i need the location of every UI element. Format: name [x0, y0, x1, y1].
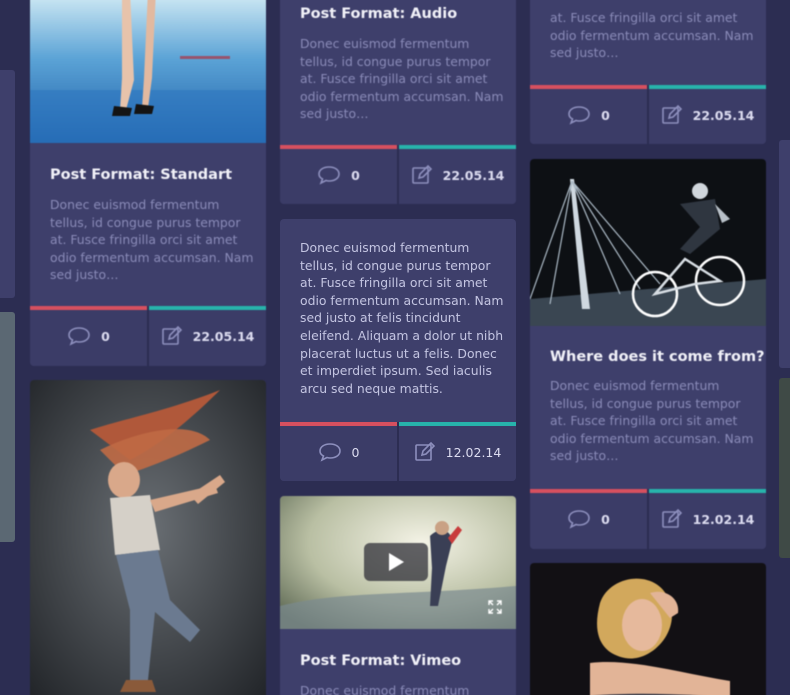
- edit-square-icon: [161, 325, 182, 345]
- post-excerpt: Donec euismod fermentum tellus, id congu…: [550, 378, 754, 464]
- edit-square-icon: [411, 164, 432, 184]
- legs-on-wet-street-photo[interactable]: [30, 0, 266, 143]
- edit-square-icon: [661, 104, 682, 124]
- date-text: 22.05.14: [442, 167, 505, 183]
- date-bar: [649, 489, 766, 493]
- post-date[interactable]: 12.02.14: [647, 489, 766, 549]
- post-footer: 0 12.02.14: [530, 489, 766, 549]
- comments-bar: [530, 489, 647, 493]
- post-title[interactable]: Post Format: Audio: [300, 6, 457, 22]
- edit-square-icon: [414, 441, 435, 461]
- post-date[interactable]: 22.05.14: [147, 306, 266, 366]
- post-excerpt: Donec euismod fermentum tellus, id congu…: [50, 197, 254, 283]
- comments-count[interactable]: 0: [530, 489, 647, 549]
- comments-bar: [280, 145, 397, 149]
- date-bar: [399, 145, 516, 149]
- post-card-audio[interactable]: Post Format: Audio Donec euismod ferment…: [280, 0, 516, 204]
- comments-count[interactable]: 0: [280, 422, 397, 481]
- post-title[interactable]: Post Format: Vimeo: [300, 653, 461, 669]
- play-icon: [389, 553, 404, 571]
- comments-count[interactable]: 0: [280, 145, 397, 204]
- post-excerpt: Donec euismod fermentum: [300, 683, 470, 695]
- post-footer: 0 22.05.14: [280, 145, 516, 204]
- comments-bar: [280, 422, 397, 426]
- play-button[interactable]: [364, 543, 428, 581]
- comments-bar: [530, 85, 647, 89]
- post-footer: 0 12.02.14: [280, 422, 516, 481]
- cyclist-at-night-bridge-photo[interactable]: [530, 159, 766, 326]
- date-bar: [399, 422, 516, 426]
- post-footer: 0 22.05.14: [530, 85, 766, 144]
- speech-bubble-icon: [568, 510, 590, 529]
- post-card-where[interactable]: Where does it come from? Donec euismod f…: [530, 159, 766, 549]
- comments-number: 0: [601, 107, 610, 123]
- post-title[interactable]: Post Format: Standart: [50, 167, 232, 183]
- post-card-text[interactable]: Donec euismod fermentum tellus, id congu…: [280, 219, 516, 481]
- comments-number: 0: [601, 511, 610, 527]
- comments-number: 0: [351, 444, 360, 460]
- post-excerpt: at. Fusce fringilla orci sit amet odio f…: [550, 10, 754, 61]
- speech-bubble-icon: [318, 443, 341, 462]
- comments-number: 0: [351, 167, 360, 183]
- fullscreen-icon[interactable]: [488, 600, 502, 614]
- comments-number: 0: [101, 328, 110, 344]
- speech-bubble-icon: [318, 166, 340, 185]
- comments-count[interactable]: 0: [530, 85, 647, 144]
- date-text: 22.05.14: [192, 328, 255, 344]
- post-card-portrait[interactable]: [530, 563, 766, 695]
- post-footer: 0 22.05.14: [30, 306, 266, 366]
- date-text: 12.02.14: [692, 511, 755, 527]
- post-title[interactable]: Where does it come from?: [550, 349, 764, 365]
- speech-bubble-icon: [568, 106, 590, 125]
- dancer-hair-flying-photo[interactable]: [30, 380, 266, 695]
- right-edge-card: [779, 140, 790, 368]
- speech-bubble-icon: [68, 327, 90, 346]
- post-card-dancer[interactable]: [30, 380, 266, 695]
- edit-square-icon: [661, 508, 682, 528]
- blonde-woman-portrait-photo[interactable]: [530, 563, 766, 695]
- date-text: 22.05.14: [692, 107, 755, 123]
- comments-bar: [30, 306, 147, 310]
- comments-count[interactable]: 0: [30, 306, 147, 366]
- date-bar: [149, 306, 266, 310]
- post-date[interactable]: 12.02.14: [397, 422, 516, 481]
- post-card-vimeo[interactable]: Post Format: Vimeo Donec euismod ferment…: [280, 496, 516, 695]
- post-date[interactable]: 22.05.14: [647, 85, 766, 144]
- post-card-top-right[interactable]: at. Fusce fringilla orci sit amet odio f…: [530, 0, 766, 144]
- post-excerpt: Donec euismod fermentum tellus, id congu…: [300, 240, 504, 396]
- right-edge-image: [779, 378, 790, 558]
- date-bar: [649, 85, 766, 89]
- post-date[interactable]: 22.05.14: [397, 145, 516, 204]
- date-text: 12.02.14: [445, 444, 502, 460]
- left-edge-card: [0, 70, 15, 298]
- post-excerpt: Donec euismod fermentum tellus, id congu…: [300, 36, 504, 122]
- post-card-standard[interactable]: Post Format: Standart Donec euismod ferm…: [30, 0, 266, 366]
- video-thumbnail-photo[interactable]: [280, 496, 516, 629]
- left-edge-image: [0, 312, 15, 542]
